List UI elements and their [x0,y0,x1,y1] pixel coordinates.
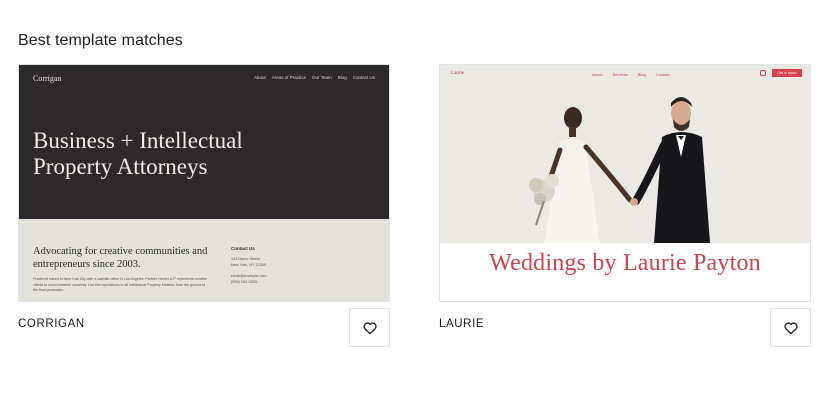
preview-nav-item: Services [612,72,628,77]
preview-contact-line: (555) 555-5555 [231,280,257,284]
preview-headline: Business + Intellectual Property Attorne… [33,128,243,179]
preview-body-text: Practiced based in New York City with a … [33,277,208,292]
favorite-button[interactable] [349,308,390,347]
preview-nav: About Areas of Practice Our Team Blog Co… [254,75,375,80]
template-preview-corrigan[interactable]: Corrigan About Areas of Practice Our Tea… [18,64,390,302]
template-name: CORRIGAN [18,318,85,330]
template-name: LAURIE [439,318,485,330]
preview-cta-button: Get in touch [772,69,802,77]
preview-nav-item: Contact [655,72,670,77]
preview-logo: Laurie [451,71,465,76]
couple-photo [529,97,710,243]
preview-logo: Corrigan [33,74,62,83]
preview-subheadline: Advocating for creative communities and … [33,246,208,270]
template-card-corrigan: Corrigan About Areas of Practice Our Tea… [18,64,390,347]
preview-nav-item: Areas of Practice [271,75,307,80]
preview-nav-item: Contact Us [352,75,375,80]
instagram-icon [760,70,766,76]
preview-headline: Weddings by Laurie Payton [489,250,761,276]
template-card-laurie: Laurie About Services Blog Contact Get i… [439,64,811,347]
heart-outline-icon [783,321,798,334]
preview-nav-item: About [254,75,266,80]
preview-hero-photo [440,65,810,243]
favorite-button[interactable] [770,308,811,347]
preview-contact-heading: Contact Us [231,246,255,251]
section-title: Best template matches [18,32,183,49]
preview-nav-item: About [592,72,603,77]
preview-nav: About Services Blog Contact [592,72,670,77]
heart-outline-icon [362,321,377,334]
preview-nav-item: Blog [337,75,347,80]
preview-nav-item: Our Team [312,75,332,80]
preview-contact-block: Contact Us 123 Demo Street New York, NY … [231,246,291,285]
template-preview-laurie[interactable]: Laurie About Services Blog Contact Get i… [439,64,811,302]
preview-nav-item: Blog [637,72,646,77]
